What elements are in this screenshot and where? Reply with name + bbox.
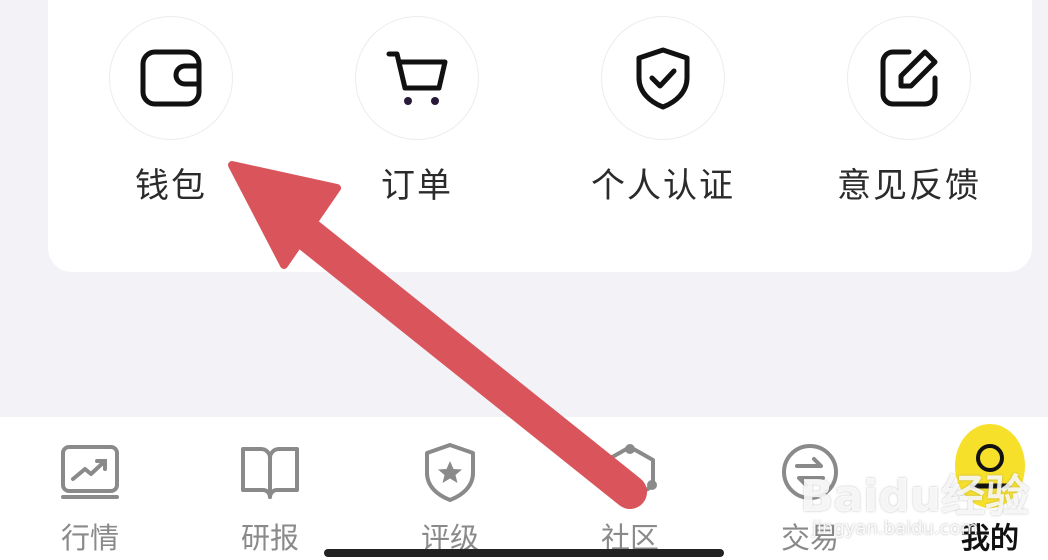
wallet-icon xyxy=(140,49,202,107)
trend-chart-icon xyxy=(61,445,119,499)
edit-icon xyxy=(880,49,938,107)
wallet-button[interactable]: 钱包 xyxy=(71,16,271,206)
tab-market[interactable]: 行情 xyxy=(20,437,160,557)
tab-research[interactable]: 研报 xyxy=(200,437,340,557)
edit-icon-circle xyxy=(847,16,971,140)
profile-icon xyxy=(969,444,1011,489)
star-badge-icon xyxy=(425,443,475,502)
wallet-icon-circle xyxy=(109,16,233,140)
active-tab-indicator xyxy=(955,424,1025,508)
exchange-icon xyxy=(782,444,838,500)
book-icon xyxy=(241,447,299,499)
tab-trade[interactable]: 交易 xyxy=(740,437,880,557)
shield-icon-circle xyxy=(601,16,725,140)
tab-mine[interactable]: 我的 xyxy=(920,424,1048,557)
shield-check-icon xyxy=(636,47,690,110)
feedback-label: 意见反馈 xyxy=(837,166,981,206)
tab-rating[interactable]: 评级 xyxy=(380,437,520,557)
cart-icon xyxy=(386,51,448,105)
tab-research-label: 研报 xyxy=(240,521,299,555)
bottom-tab-bar: 行情 研报 评级 社区 交易 我的 xyxy=(0,417,1048,560)
wallet-label: 钱包 xyxy=(135,166,207,206)
cart-icon-circle xyxy=(355,16,479,140)
quick-actions-card: 钱包 订单 个人认证 意见反馈 xyxy=(48,0,1032,272)
orders-label: 订单 xyxy=(381,166,453,206)
orders-button[interactable]: 订单 xyxy=(317,16,517,206)
tab-market-label: 行情 xyxy=(60,521,119,555)
home-indicator[interactable] xyxy=(324,549,724,557)
community-icon xyxy=(605,444,657,501)
verification-label: 个人认证 xyxy=(591,166,735,206)
tab-mine-label: 我的 xyxy=(960,521,1019,555)
tab-community[interactable]: 社区 xyxy=(560,437,700,557)
tab-trade-label: 交易 xyxy=(780,521,839,555)
verification-button[interactable]: 个人认证 xyxy=(563,16,763,206)
feedback-button[interactable]: 意见反馈 xyxy=(809,16,1009,206)
